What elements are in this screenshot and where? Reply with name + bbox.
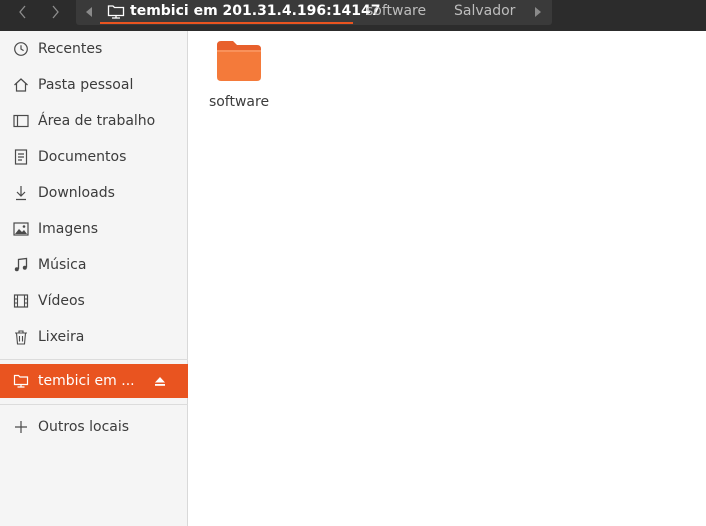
forward-button[interactable] [40, 0, 70, 24]
sidebar-item-network-mount[interactable]: tembici em ... [0, 364, 188, 398]
sidebar-item-musica[interactable]: Música [0, 248, 188, 282]
breadcrumb-current-label: tembici em 201.31.4.196:14147 [130, 3, 381, 19]
sidebar-item-label: tembici em ... [38, 373, 135, 389]
sidebar-item-imagens[interactable]: Imagens [0, 212, 188, 246]
music-icon [14, 257, 28, 272]
sidebar-item-label: Música [38, 257, 87, 273]
home-icon [14, 78, 28, 92]
sidebar-item-videos[interactable]: Vídeos [0, 284, 188, 318]
breadcrumb-current[interactable]: tembici em 201.31.4.196:14147 [104, 0, 380, 24]
sidebar-separator [0, 359, 188, 360]
sidebar-item-area-de-trabalho[interactable]: Área de trabalho [0, 104, 188, 138]
sidebar-item-label: Vídeos [38, 293, 85, 309]
sidebar-item-label: Pasta pessoal [38, 77, 134, 93]
document-icon [14, 149, 28, 165]
chevron-left-icon [19, 5, 26, 19]
header-bar: tembici em 201.31.4.196:14147 software S… [0, 0, 706, 31]
folder-label: software [208, 94, 270, 110]
sidebar-item-label: Área de trabalho [38, 113, 156, 129]
sidebar-item-outros-locais[interactable]: Outros locais [0, 410, 188, 444]
file-view: software [189, 31, 706, 526]
download-icon [16, 186, 26, 201]
eject-icon[interactable] [154, 375, 166, 387]
pathbar-scroll-right[interactable] [528, 0, 546, 24]
trash-icon [15, 330, 27, 345]
sidebar: Recentes Pasta pessoal Área de trabalho … [0, 31, 188, 526]
video-icon [13, 294, 29, 308]
breadcrumb-salvador[interactable]: Salvador [454, 0, 515, 24]
plus-icon [15, 421, 27, 433]
clock-icon [14, 42, 28, 56]
sidebar-item-label: Outros locais [38, 419, 130, 435]
breadcrumb-active-indicator [100, 22, 353, 24]
triangle-left-icon [85, 7, 92, 17]
triangle-right-icon [534, 7, 541, 17]
network-folder-icon [13, 374, 29, 388]
desktop-icon [13, 114, 29, 128]
sidebar-item-label: Imagens [38, 221, 99, 237]
sidebar-separator [0, 404, 188, 405]
back-button[interactable] [8, 0, 38, 24]
sidebar-item-label: Documentos [38, 149, 127, 165]
sidebar-item-label: Lixeira [38, 329, 85, 345]
folder-item[interactable]: software [205, 39, 273, 111]
pathbar-scroll-left[interactable] [80, 0, 98, 24]
sidebar-item-downloads[interactable]: Downloads [0, 176, 188, 210]
chevron-right-icon [52, 5, 59, 19]
sidebar-item-label: Recentes [38, 41, 103, 57]
sidebar-item-lixeira[interactable]: Lixeira [0, 320, 188, 354]
network-folder-icon [107, 5, 125, 19]
image-icon [13, 222, 29, 236]
sidebar-item-documentos[interactable]: Documentos [0, 140, 188, 174]
sidebar-item-recentes[interactable]: Recentes [0, 32, 188, 66]
sidebar-item-pasta-pessoal[interactable]: Pasta pessoal [0, 68, 188, 102]
breadcrumb-software[interactable]: software [366, 0, 426, 24]
sidebar-item-label: Downloads [38, 185, 115, 201]
folder-icon [217, 41, 261, 81]
pathbar: tembici em 201.31.4.196:14147 software S… [76, 0, 552, 25]
